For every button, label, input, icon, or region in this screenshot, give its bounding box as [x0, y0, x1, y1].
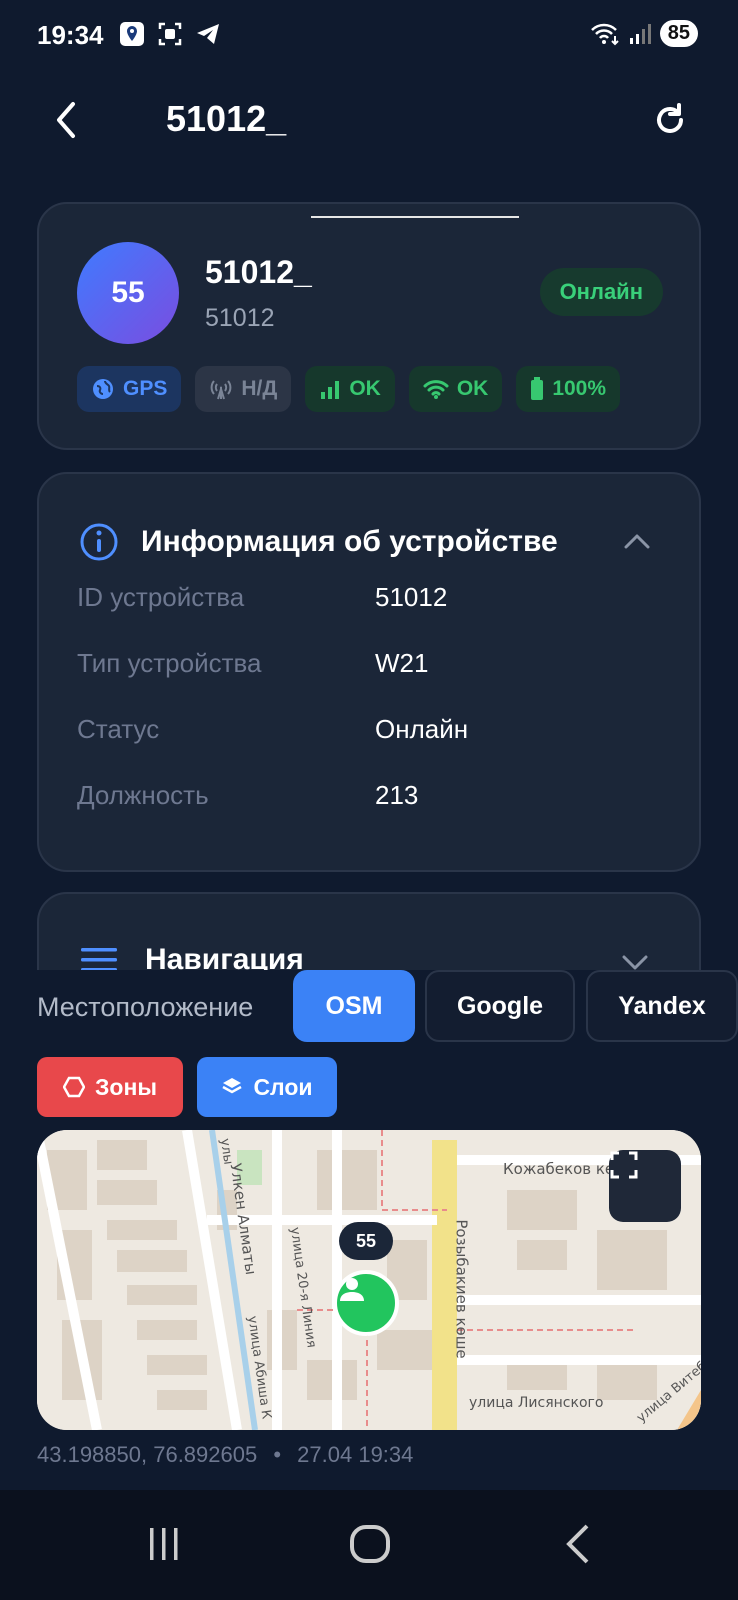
- coordinates: 43.198850, 76.892605: [37, 1442, 258, 1467]
- layers-label: Слои: [253, 1073, 313, 1100]
- info-label: Статус: [77, 714, 160, 744]
- info-value: 51012: [375, 582, 448, 612]
- back-arrow-icon: [566, 1524, 589, 1564]
- chevron-up-icon[interactable]: [621, 526, 653, 558]
- device-marker[interactable]: [333, 1270, 399, 1336]
- map-street-label: Розыбакиев көше: [452, 1219, 471, 1359]
- wifi-icon: [423, 380, 449, 399]
- person-icon: [340, 1278, 364, 1301]
- location-section: Местоположение OSM Google Yandex Зоны Сл…: [0, 970, 738, 1470]
- wifi-status-icon: [590, 23, 619, 45]
- marker-label: 55: [339, 1222, 393, 1260]
- signal-chip: OK: [305, 366, 395, 412]
- info-value: Онлайн: [375, 714, 469, 744]
- separator: •: [273, 1442, 282, 1467]
- device-info-header[interactable]: Информация об устройстве: [79, 520, 659, 564]
- antenna-chip-label: Н/Д: [241, 377, 278, 400]
- battery-chip: 100%: [516, 366, 621, 412]
- device-info-card: Информация об устройстве ID устройства 5…: [37, 472, 701, 872]
- info-label: ID устройства: [77, 582, 245, 612]
- info-row: ID устройства 51012: [77, 582, 677, 622]
- screenshot-icon: [156, 20, 184, 48]
- provider-google-button[interactable]: Google: [425, 970, 575, 1042]
- info-icon: [80, 523, 118, 561]
- recents-icon: [150, 1528, 178, 1560]
- fullscreen-icon: [610, 1151, 638, 1179]
- info-row: Должность 213: [77, 780, 677, 820]
- status-right: 85: [590, 20, 698, 47]
- info-value: 213: [375, 780, 419, 810]
- coords-line: 43.198850, 76.892605 • 27.04 19:34: [37, 1442, 413, 1468]
- location-label: Местоположение: [37, 992, 254, 1022]
- antenna-chip: Н/Д: [195, 366, 292, 412]
- location-notification-icon: [118, 20, 146, 48]
- telegram-icon: [194, 20, 222, 48]
- info-value: W21: [375, 648, 429, 678]
- hexagon-icon: [63, 1076, 85, 1098]
- globe-icon: [93, 379, 113, 399]
- layers-button[interactable]: Слои: [197, 1057, 337, 1117]
- antenna-icon: [210, 380, 232, 400]
- status-chips: GPS Н/Д OK OK 100%: [77, 366, 621, 412]
- battery-chip-label: 100%: [552, 377, 607, 400]
- home-icon: [350, 1525, 390, 1563]
- fullscreen-button[interactable]: [609, 1150, 681, 1222]
- gps-chip: GPS: [77, 366, 182, 412]
- system-nav-bar: [0, 1490, 738, 1600]
- recents-button[interactable]: [134, 1516, 194, 1572]
- notification-icons: [118, 20, 222, 48]
- status-badge: Онлайн: [539, 268, 663, 316]
- status-bar: 19:34 85: [0, 0, 738, 72]
- device-info-title: Информация об устройстве: [141, 525, 558, 558]
- info-row: Статус Онлайн: [77, 714, 677, 754]
- map-view[interactable]: Кожабеков көшесі Улкен Алматы улица 20-я…: [37, 1130, 701, 1430]
- wifi-chip: OK: [408, 366, 503, 412]
- refresh-button[interactable]: [648, 96, 692, 144]
- battery-level: 85: [659, 20, 698, 47]
- provider-yandex-button[interactable]: Yandex: [586, 970, 738, 1042]
- zones-label: Зоны: [95, 1073, 157, 1100]
- info-row: Тип устройства W21: [77, 648, 677, 688]
- refresh-icon: [657, 103, 683, 133]
- timestamp: 27.04 19:34: [297, 1442, 414, 1467]
- device-name: 51012_: [205, 254, 312, 290]
- device-id: 51012: [205, 304, 275, 332]
- page-title: 51012_: [166, 98, 287, 139]
- info-label: Тип устройства: [77, 648, 262, 678]
- layers-icon: [222, 1078, 243, 1094]
- signal-bars-icon: [321, 381, 340, 399]
- provider-osm-button[interactable]: OSM: [293, 970, 415, 1042]
- back-button[interactable]: [46, 96, 86, 144]
- avatar: 55: [77, 242, 179, 344]
- zones-button[interactable]: Зоны: [37, 1057, 183, 1117]
- info-label: Должность: [77, 780, 209, 810]
- signal-chip-label: OK: [349, 377, 381, 400]
- device-card: 55 51012_ 51012 Онлайн GPS Н/Д OK OK 100…: [37, 202, 701, 450]
- top-bar: 51012_: [0, 90, 738, 150]
- system-back-button[interactable]: [548, 1516, 608, 1572]
- map-street-label: улица Лисянского: [469, 1395, 604, 1411]
- gps-chip-label: GPS: [123, 377, 168, 400]
- card-divider: [311, 216, 519, 218]
- status-time: 19:34: [37, 20, 104, 50]
- home-button[interactable]: [340, 1516, 400, 1572]
- wifi-chip-label: OK: [456, 377, 489, 400]
- battery-icon: [531, 377, 544, 400]
- cell-signal-icon: [629, 23, 651, 44]
- chevron-left-icon: [57, 102, 75, 138]
